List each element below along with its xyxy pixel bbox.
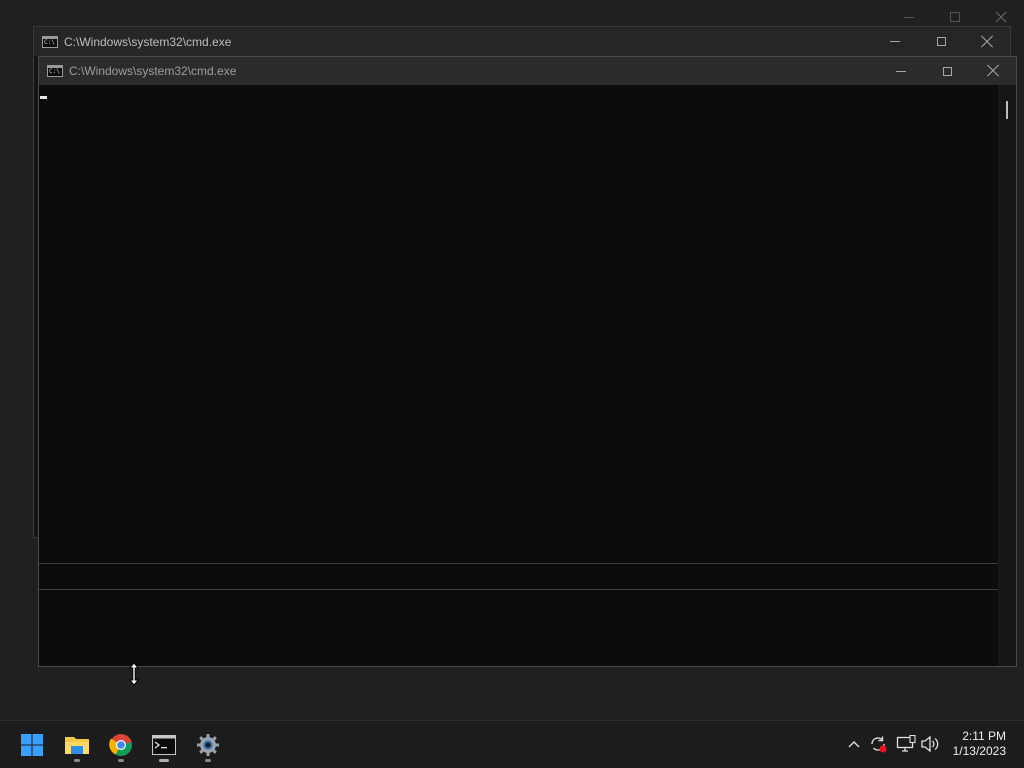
close-button[interactable] <box>970 57 1016 85</box>
minimize-icon <box>896 70 906 72</box>
running-indicator <box>159 759 169 762</box>
minimize-icon <box>890 41 900 42</box>
minimize-button[interactable] <box>872 27 918 56</box>
vertical-scrollbar[interactable] <box>998 85 1016 666</box>
cmd-app-icon <box>47 65 63 77</box>
background-restore-icon[interactable] <box>933 6 977 28</box>
folder-icon <box>65 737 89 754</box>
close-icon <box>987 65 999 77</box>
sync-icon[interactable] <box>867 733 889 755</box>
window-title: C:\Windows\system32\cmd.exe <box>69 64 237 78</box>
clock-date: 1/13/2023 <box>952 744 1006 758</box>
taskbar: 2:11 PM 1/13/2023 <box>0 720 1024 768</box>
chrome-icon <box>109 734 132 756</box>
title-bar[interactable]: C:\Windows\system32\cmd.exe <box>39 57 1016 85</box>
chevron-up-icon[interactable] <box>843 733 865 755</box>
scrollbar-thumb[interactable] <box>1006 101 1008 119</box>
title-bar[interactable]: C:\Windows\system32\cmd.exe <box>34 27 1010 56</box>
chrome-button[interactable] <box>101 725 141 765</box>
start-button[interactable] <box>12 725 52 765</box>
terminal-icon <box>152 735 176 755</box>
window-title: C:\Windows\system32\cmd.exe <box>64 34 232 49</box>
gear-icon <box>197 734 219 756</box>
maximize-button[interactable] <box>918 27 964 56</box>
minimize-button[interactable] <box>878 57 924 85</box>
taskbar-clock[interactable]: 2:11 PM 1/13/2023 <box>953 729 1006 759</box>
running-indicator <box>74 759 80 762</box>
command-prompt-button[interactable] <box>144 725 184 765</box>
cmd-window-front[interactable]: C:\Windows\system32\cmd.exe <box>38 56 1017 667</box>
file-explorer-button[interactable] <box>57 725 97 765</box>
resize-outline-line <box>39 563 998 564</box>
close-icon <box>981 36 993 48</box>
network-icon[interactable] <box>895 733 917 755</box>
close-button[interactable] <box>964 27 1010 56</box>
maximize-icon <box>942 66 952 76</box>
text-cursor <box>40 96 47 99</box>
maximize-button[interactable] <box>924 57 970 85</box>
settings-button[interactable] <box>188 725 228 765</box>
cmd-app-icon <box>42 35 58 48</box>
desktop: C:\Windows\system32\cmd.exe C:\Windows\s… <box>0 0 1024 768</box>
running-indicator <box>118 759 124 762</box>
running-indicator <box>205 759 211 762</box>
resize-outline-line <box>39 589 998 590</box>
console-area[interactable] <box>39 85 998 666</box>
window-controls <box>872 27 1010 56</box>
clock-time: 2:11 PM <box>962 729 1006 743</box>
window-controls <box>878 57 1016 85</box>
background-close-icon[interactable] <box>979 6 1023 28</box>
windows-start-icon <box>21 734 43 756</box>
speaker-icon[interactable] <box>919 733 941 755</box>
background-minimize-icon[interactable] <box>887 6 931 28</box>
maximize-icon <box>936 37 946 46</box>
resize-cursor-icon <box>128 662 140 686</box>
